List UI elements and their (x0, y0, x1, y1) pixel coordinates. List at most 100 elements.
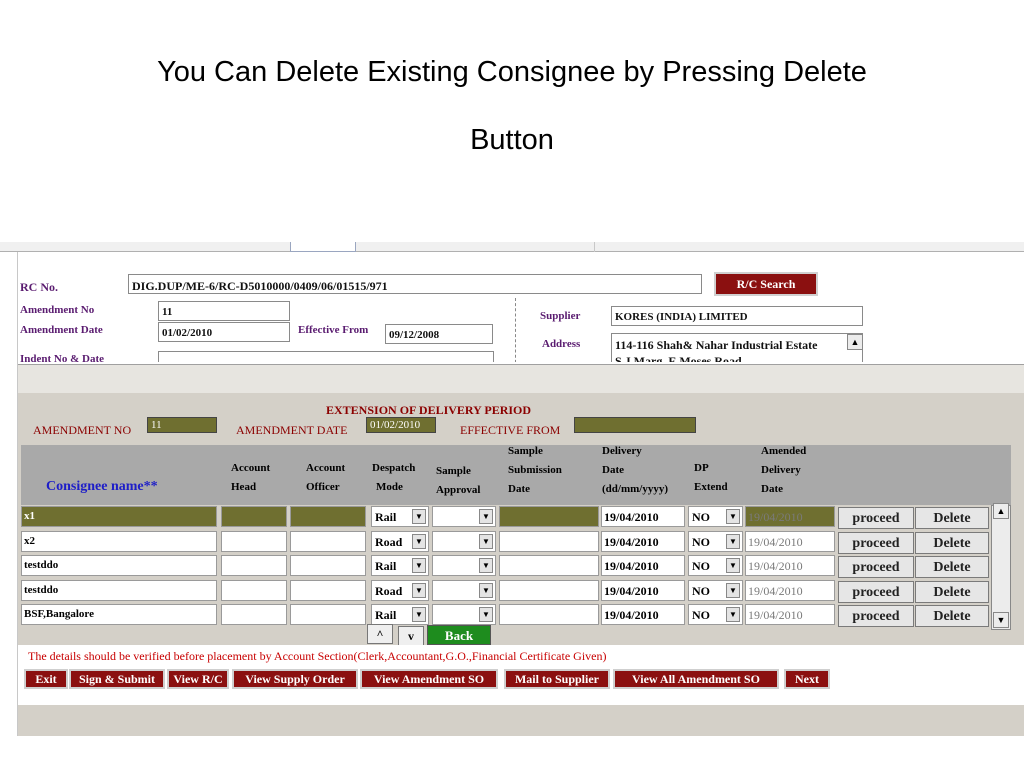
account-officer-cell[interactable] (290, 506, 366, 527)
account-officer-cell[interactable] (290, 579, 366, 601)
tab-divider (594, 242, 784, 252)
proceed-button[interactable]: proceed (838, 580, 914, 603)
sample-approval-select[interactable]: ▼ (432, 604, 496, 625)
effective-from-label: Effective From (298, 324, 369, 336)
header-amended-date: Amended Delivery Date (761, 442, 806, 499)
rc-no-field[interactable]: DIG.DUP/ME-6/RC-D5010000/0409/06/01515/9… (128, 274, 702, 294)
table-scroll-up-icon[interactable]: ▲ (993, 503, 1009, 519)
despatch-mode-select[interactable]: Rail ▼ (371, 555, 429, 576)
account-head-cell[interactable] (221, 579, 287, 601)
app-screenshot: RC No. DIG.DUP/ME-6/RC-D5010000/0409/06/… (0, 242, 1024, 736)
account-head-cell[interactable] (221, 530, 287, 552)
dropdown-arrow-icon[interactable]: ▼ (412, 509, 426, 524)
dropdown-arrow-icon[interactable]: ▼ (479, 533, 493, 549)
account-officer-cell[interactable] (290, 604, 366, 625)
move-up-button[interactable]: ^ (367, 624, 393, 644)
dropdown-arrow-icon[interactable]: ▼ (479, 558, 493, 573)
dropdown-arrow-icon[interactable]: ▼ (479, 509, 493, 524)
despatch-mode-select[interactable]: Road ▼ (371, 579, 429, 601)
amendment-no-label: Amendment No (20, 304, 95, 316)
despatch-mode-value: Road (375, 583, 403, 598)
amendment-date-field[interactable]: 01/02/2010 (158, 322, 290, 342)
amended-date-cell[interactable]: 19/04/2010 (745, 604, 835, 625)
view-rc-button[interactable]: View R/C (167, 669, 229, 689)
mail-to-supplier-button[interactable]: Mail to Supplier (504, 669, 610, 689)
delete-button[interactable]: Delete (915, 605, 989, 627)
proceed-button[interactable]: proceed (838, 531, 914, 554)
sample-submission-cell[interactable] (499, 506, 599, 527)
delete-button[interactable]: Delete (915, 556, 989, 578)
proceed-button[interactable]: proceed (838, 507, 914, 529)
despatch-mode-select[interactable]: Road ▼ (371, 530, 429, 552)
header-dp-1: DP (694, 462, 709, 474)
amended-date-cell[interactable]: 19/04/2010 (745, 579, 835, 601)
account-officer-cell[interactable] (290, 530, 366, 552)
account-head-cell[interactable] (221, 506, 287, 527)
exit-button[interactable]: Exit (24, 669, 68, 689)
header-amended-1: Amended (761, 445, 807, 457)
dp-extend-select[interactable]: NO ▼ (688, 579, 743, 601)
view-amendment-so-button[interactable]: View Amendment SO (360, 669, 498, 689)
dropdown-arrow-icon[interactable]: ▼ (726, 607, 740, 622)
proceed-button[interactable]: proceed (838, 605, 914, 627)
header-amended-2: Delivery (761, 464, 801, 476)
header-despatch-2: Mode (376, 481, 403, 493)
sample-submission-cell[interactable] (499, 579, 599, 601)
dropdown-arrow-icon[interactable]: ▼ (726, 533, 740, 549)
delete-button[interactable]: Delete (915, 580, 989, 603)
dropdown-arrow-icon[interactable]: ▼ (412, 558, 426, 573)
delete-button[interactable]: Delete (915, 531, 989, 554)
dropdown-arrow-icon[interactable]: ▼ (726, 582, 740, 598)
dropdown-arrow-icon[interactable]: ▼ (479, 582, 493, 598)
view-supply-order-button[interactable]: View Supply Order (232, 669, 358, 689)
amended-date-cell[interactable]: 19/04/2010 (745, 506, 835, 527)
proceed-button[interactable]: proceed (838, 556, 914, 578)
move-down-button[interactable]: v (398, 626, 424, 646)
account-head-cell[interactable] (221, 555, 287, 576)
delivery-date-cell: 19/04/2010 (601, 506, 685, 527)
dp-extend-select[interactable]: NO ▼ (688, 555, 743, 576)
dropdown-arrow-icon[interactable]: ▼ (726, 558, 740, 573)
amendment-no-field[interactable]: 11 (158, 301, 290, 321)
address-scroll-up-icon[interactable]: ▲ (847, 334, 863, 350)
next-button[interactable]: Next (784, 669, 830, 689)
amended-date-cell[interactable]: 19/04/2010 (745, 530, 835, 552)
sample-submission-cell[interactable] (499, 555, 599, 576)
effective-from-field[interactable]: 09/12/2008 (385, 324, 493, 344)
account-head-cell[interactable] (221, 604, 287, 625)
sign-submit-button[interactable]: Sign & Submit (69, 669, 165, 689)
despatch-mode-value: Rail (375, 559, 397, 573)
sample-approval-select[interactable]: ▼ (432, 506, 496, 527)
despatch-mode-select[interactable]: Rail ▼ (371, 604, 429, 625)
back-button[interactable]: Back (427, 625, 491, 645)
dp-extend-select[interactable]: NO ▼ (688, 604, 743, 625)
sample-approval-select[interactable]: ▼ (432, 530, 496, 552)
rc-search-button[interactable]: R/C Search (714, 272, 818, 296)
ext-effective-from-label: EFFECTIVE FROM (460, 423, 561, 437)
despatch-mode-select[interactable]: Rail ▼ (371, 506, 429, 527)
view-all-amendment-so-button[interactable]: View All Amendment SO (613, 669, 779, 689)
header-account-officer-1: Account (306, 462, 346, 474)
slide-title-line2: Button (470, 124, 554, 156)
dropdown-arrow-icon[interactable]: ▼ (412, 607, 426, 622)
despatch-mode-value: Road (375, 534, 403, 549)
amended-date-cell[interactable]: 19/04/2010 (745, 555, 835, 576)
dp-extend-select[interactable]: NO ▼ (688, 506, 743, 527)
dp-extend-select[interactable]: NO ▼ (688, 530, 743, 552)
consignee-name-cell: x1 (21, 506, 217, 527)
dropdown-arrow-icon[interactable]: ▼ (412, 582, 426, 598)
header-delivery-3: (dd/mm/yyyy) (602, 483, 668, 495)
delete-button[interactable]: Delete (915, 507, 989, 529)
sample-submission-cell[interactable] (499, 604, 599, 625)
sample-approval-select[interactable]: ▼ (432, 555, 496, 576)
account-officer-cell[interactable] (290, 555, 366, 576)
table-scrollbar[interactable]: ▲ ▼ (991, 503, 1011, 630)
table-scroll-down-icon[interactable]: ▼ (993, 612, 1009, 628)
dropdown-arrow-icon[interactable]: ▼ (479, 607, 493, 622)
dropdown-arrow-icon[interactable]: ▼ (726, 509, 740, 524)
sample-approval-select[interactable]: ▼ (432, 579, 496, 601)
sample-submission-cell[interactable] (499, 530, 599, 552)
indent-field[interactable] (158, 351, 494, 362)
table-row: x1 Rail ▼ ▼ 19/04/2010 NO ▼ 19/04/2010 proceed De… (21, 505, 1011, 529)
dropdown-arrow-icon[interactable]: ▼ (412, 533, 426, 549)
